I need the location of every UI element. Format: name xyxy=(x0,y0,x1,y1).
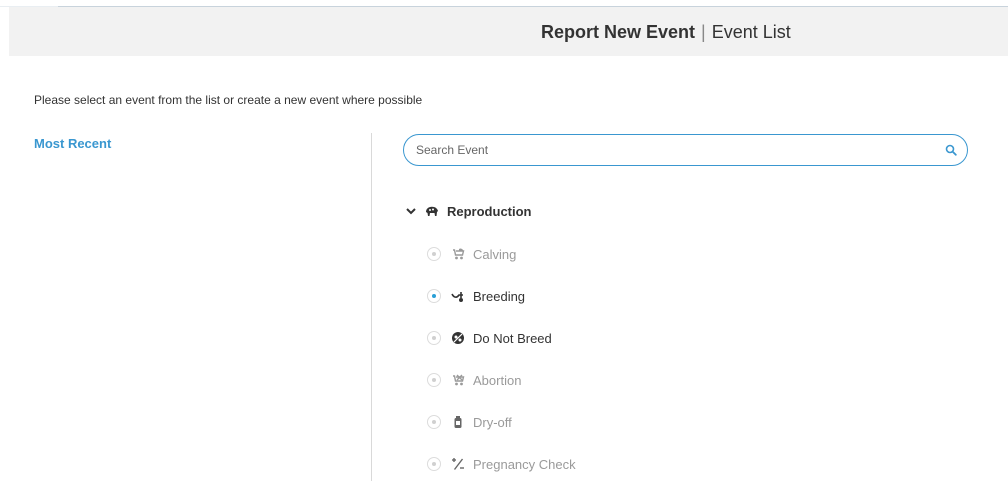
search-box[interactable] xyxy=(403,134,968,166)
event-label: Calving xyxy=(473,246,517,262)
most-recent-link[interactable]: Most Recent xyxy=(34,137,111,151)
instruction-text: Please select an event from the list or … xyxy=(34,93,423,107)
event-item-pregnancy-check[interactable]: Pregnancy Check xyxy=(427,455,576,473)
header-title: Report New Event | Event List xyxy=(541,21,791,43)
event-item-calving[interactable]: Calving xyxy=(427,245,516,263)
breeding-icon xyxy=(451,292,463,302)
search-input[interactable] xyxy=(416,141,926,159)
chevron-down-icon[interactable] xyxy=(405,205,417,217)
event-label: Pregnancy Check xyxy=(473,456,576,472)
event-item-breeding[interactable]: Breeding xyxy=(427,287,525,305)
group-label: Reproduction xyxy=(447,203,532,219)
header-bar: Report New Event | Event List xyxy=(9,7,1008,56)
event-label: Breeding xyxy=(473,288,526,304)
radio-button[interactable] xyxy=(427,457,441,471)
event-item-do-not-breed[interactable]: Do Not Breed xyxy=(427,329,552,347)
bottle-icon xyxy=(454,416,462,428)
radio-button[interactable] xyxy=(427,331,441,345)
cow-icon xyxy=(426,206,438,216)
group-reproduction[interactable]: Reproduction xyxy=(405,202,532,220)
stroller-icon xyxy=(453,248,465,260)
abortion-icon xyxy=(453,374,465,386)
radio-button[interactable] xyxy=(427,415,441,429)
tab-separator: | xyxy=(701,22,706,42)
do-not-breed-icon xyxy=(452,332,464,344)
tab-report-new-event[interactable]: Report New Event xyxy=(541,22,695,42)
pregnancy-check-icon xyxy=(452,458,464,470)
radio-button[interactable] xyxy=(427,247,441,261)
column-divider xyxy=(371,133,372,481)
event-label: Dry-off xyxy=(473,414,512,430)
radio-button[interactable] xyxy=(427,289,441,303)
event-label: Do Not Breed xyxy=(473,330,552,346)
radio-button[interactable] xyxy=(427,373,441,387)
event-item-abortion[interactable]: Abortion xyxy=(427,371,521,389)
tab-event-list[interactable]: Event List xyxy=(712,22,791,42)
event-item-dry-off[interactable]: Dry-off xyxy=(427,413,512,431)
search-icon[interactable] xyxy=(945,144,957,156)
event-label: Abortion xyxy=(473,372,522,388)
